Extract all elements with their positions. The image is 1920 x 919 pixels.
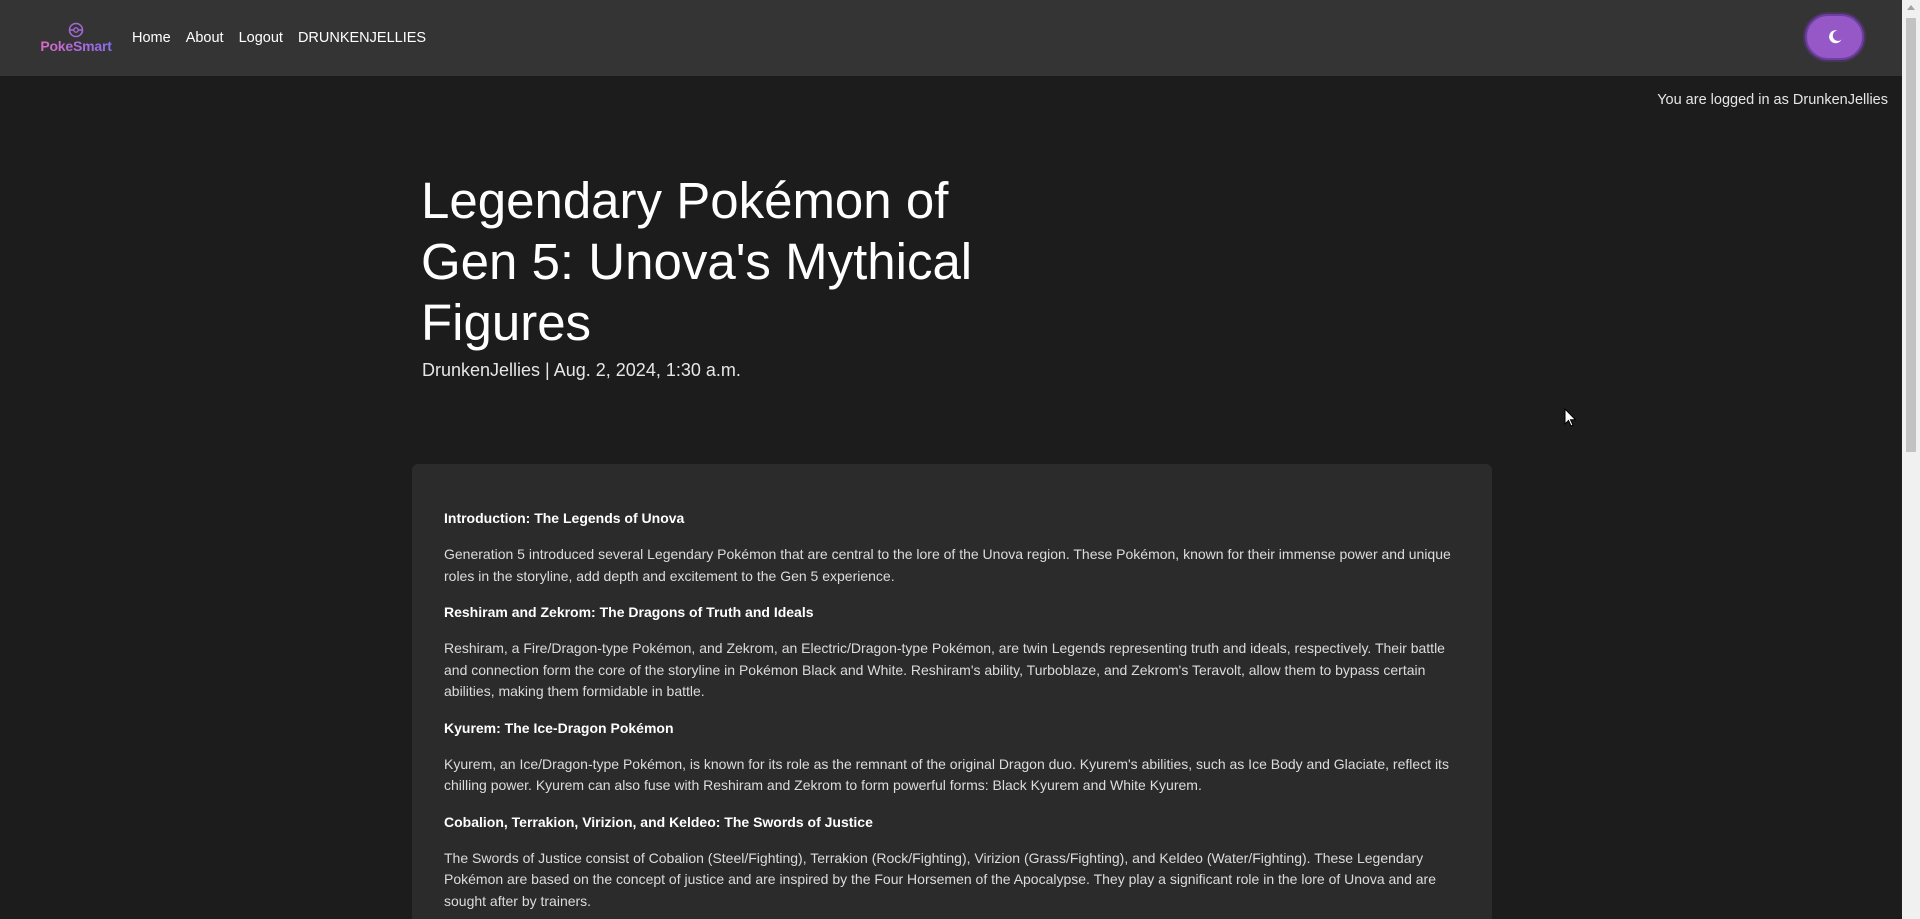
scroll-up-arrow-icon[interactable] [1907,5,1915,10]
post-content-card: Introduction: The Legends of Unova Gener… [412,464,1492,919]
nav-about-link[interactable]: About [186,30,224,46]
vertical-scrollbar[interactable] [1902,0,1920,919]
logged-in-status: You are logged in as DrunkenJellies [1657,92,1888,108]
section-heading: Introduction: The Legends of Unova [444,510,685,526]
section-body: Kyurem, an Ice/Dragon-type Pokémon, is k… [444,755,1449,794]
post-title: Legendary Pokémon of Gen 5: Unova's Myth… [421,172,973,351]
brand-logo[interactable]: PokeSmart [38,16,114,60]
brand-name: PokeSmart [40,38,112,54]
section-heading: Cobalion, Terrakion, Virizion, and Kelde… [444,813,873,830]
moon-icon [1828,30,1841,44]
nav-links: Home About Logout DRUNKENJELLIES [132,30,441,46]
section-heading: Kyurem: The Ice-Dragon Pokémon [444,719,674,736]
section-heading: Reshiram and Zekrom: The Dragons of Trut… [444,604,814,620]
section-body: Reshiram, a Fire/Dragon-type Pokémon, an… [444,640,1445,699]
section-body: Generation 5 introduced several Legendar… [444,546,1451,584]
scrollbar-thumb[interactable] [1906,18,1916,452]
nav-profile-link[interactable]: DRUNKENJELLIES [298,30,426,46]
section-body: The Swords of Justice consist of Cobalio… [444,849,1436,909]
pokeball-logo-icon [68,22,84,38]
nav-logout-link[interactable]: Logout [239,30,283,46]
nav-home-link[interactable]: Home [132,30,171,46]
theme-toggle-button[interactable] [1805,14,1864,60]
mouse-cursor-icon [1564,408,1577,427]
navbar: PokeSmart Home About Logout DRUNKENJELLI… [0,0,1902,76]
post-meta: DrunkenJellies | Aug. 2, 2024, 1:30 a.m. [422,360,741,380]
